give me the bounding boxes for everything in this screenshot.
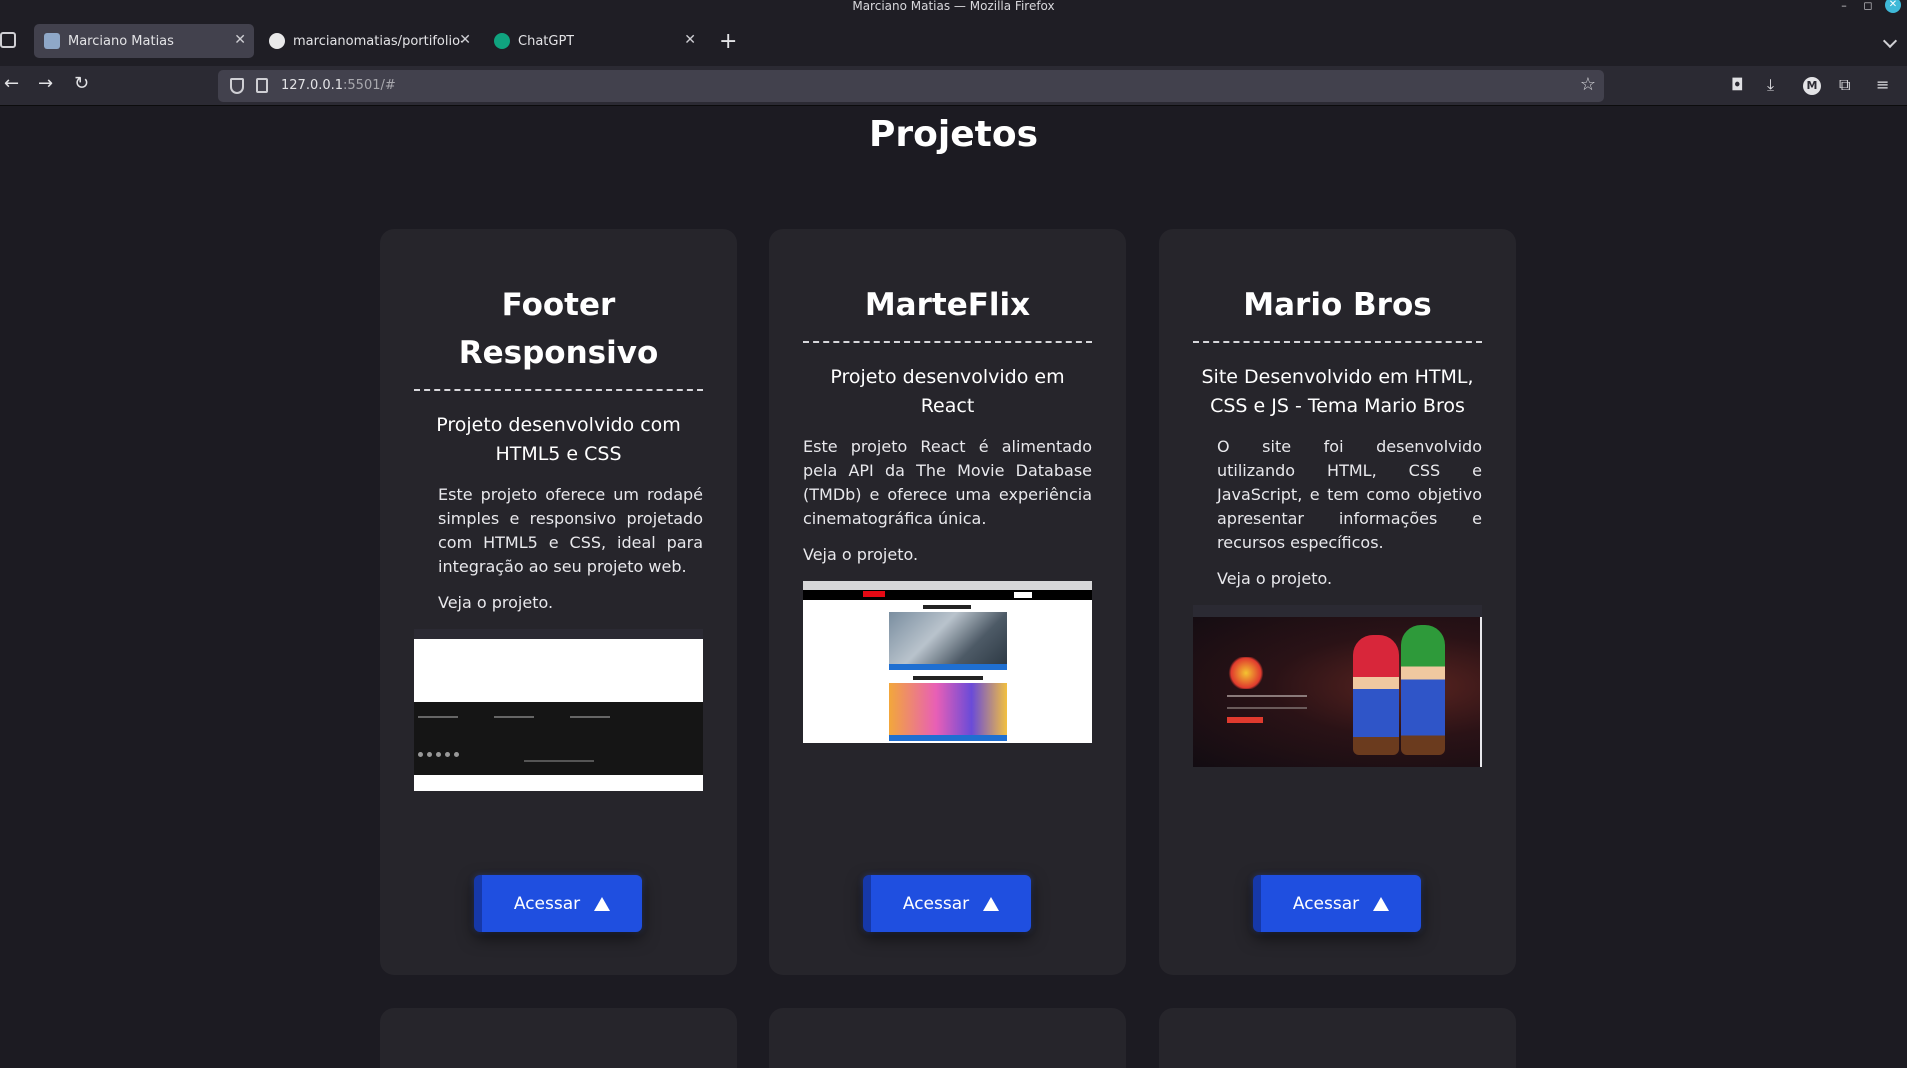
bookmark-star-icon[interactable]: ☆ (1580, 74, 1596, 95)
close-tab-icon[interactable]: ✕ (234, 32, 246, 48)
reload-button[interactable]: ↻ (74, 74, 89, 94)
back-button[interactable]: ← (4, 74, 19, 94)
new-tab-button[interactable]: + (719, 31, 737, 53)
address-bar[interactable]: 127.0.0.1:5501/# ☆ (218, 70, 1604, 102)
dashed-divider (803, 341, 1092, 343)
page-viewport: Projetos Footer Responsivo Projeto desen… (0, 106, 1907, 1068)
dashed-divider (1193, 341, 1482, 343)
access-button-label: Acessar (513, 893, 581, 914)
chevron-down-icon[interactable] (1882, 33, 1898, 49)
close-window-button[interactable]: ✕ (1885, 0, 1901, 13)
project-card-marteflix: MarteFlix Projeto desenvolvido em React … (769, 229, 1126, 975)
navigation-toolbar: ← → ↻ 127.0.0.1:5501/# ☆ ◘ ⤓ M ⧉ ≡ (0, 66, 1907, 106)
card-description: O site foi desenvolvido utilizando HTML,… (1217, 437, 1482, 552)
card-link-text: Veja o projeto. (803, 545, 919, 564)
url-path: :5501/# (343, 78, 396, 93)
card-title: Mario Bros (1243, 287, 1432, 323)
url-text[interactable]: 127.0.0.1:5501/# (281, 78, 396, 93)
account-icon[interactable]: M (1803, 77, 1821, 95)
card-description: Este projeto oferece um rodapé simples e… (438, 485, 703, 576)
card-subtitle: Projeto desenvolvido em React (830, 366, 1065, 417)
shield-icon[interactable] (230, 78, 244, 94)
menu-icon[interactable]: ≡ (1876, 75, 1889, 95)
access-button-label: Acessar (902, 893, 970, 914)
page-icon[interactable] (256, 78, 268, 93)
window-title: Marciano Matias — Mozilla Firefox (852, 0, 1055, 13)
maximize-button[interactable]: ◻ (1861, 0, 1875, 12)
extensions-icon[interactable]: ⧉ (1839, 75, 1850, 95)
close-tab-icon[interactable]: ✕ (684, 32, 696, 48)
downloads-icon[interactable]: ⤓ (1767, 75, 1774, 95)
pocket-icon[interactable]: ◘ (1731, 75, 1744, 95)
project-card-mario-bros: Mario Bros Site Desenvolvido em HTML, CS… (1159, 229, 1516, 975)
triangle-up-icon (983, 896, 1000, 911)
access-button-label: Acessar (1292, 893, 1360, 914)
chatgpt-icon (494, 33, 510, 49)
monitor-icon (44, 33, 60, 49)
card-title: Footer Responsivo (458, 287, 659, 371)
card-link-text: Veja o projeto. (1217, 569, 1333, 588)
tab-label: ChatGPT (518, 33, 575, 49)
tab-label: Marciano Matias (68, 33, 174, 49)
project-card-partial (380, 1008, 737, 1068)
close-tab-icon[interactable]: ✕ (459, 32, 471, 48)
project-card-partial (1159, 1008, 1516, 1068)
forward-button[interactable]: → (38, 74, 53, 94)
tab-marciano-matias[interactable]: Marciano Matias ✕ (34, 24, 254, 58)
triangle-up-icon (594, 896, 611, 911)
github-icon (269, 33, 285, 49)
section-title: Projetos (869, 114, 1038, 155)
minimize-button[interactable]: – (1837, 0, 1851, 12)
card-link-text: Veja o projeto. (438, 593, 554, 612)
tab-chatgpt[interactable]: ChatGPT ✕ (484, 24, 704, 58)
project-screenshot (803, 581, 1092, 743)
access-button[interactable]: Acessar (863, 875, 1031, 932)
card-subtitle: Projeto desenvolvido com HTML5 e CSS (436, 414, 681, 465)
triangle-up-icon (1373, 896, 1390, 911)
project-card-partial (769, 1008, 1126, 1068)
tab-github[interactable]: marcianomatias/portifolio- ✕ (259, 24, 479, 58)
project-card-footer: Footer Responsivo Projeto desenvolvido c… (380, 229, 737, 975)
url-host: 127.0.0.1 (281, 78, 344, 93)
tab-bar: Marciano Matias ✕ marcianomatias/portifo… (0, 14, 1907, 66)
tab-label: marcianomatias/portifolio- (293, 33, 463, 49)
tab-list-icon[interactable] (0, 32, 16, 48)
access-button[interactable]: Acessar (1253, 875, 1421, 932)
window-controls: – ◻ ✕ (1837, 0, 1901, 13)
access-button[interactable]: Acessar (474, 875, 642, 932)
card-description: Este projeto React é alimentado pela API… (803, 437, 1092, 528)
project-screenshot (1193, 605, 1482, 767)
dashed-divider (414, 389, 703, 391)
card-title: MarteFlix (864, 287, 1031, 323)
project-screenshot (414, 629, 703, 791)
card-subtitle: Site Desenvolvido em HTML, CSS e JS - Te… (1201, 366, 1474, 417)
window-titlebar: Marciano Matias — Mozilla Firefox – ◻ ✕ (0, 0, 1907, 14)
